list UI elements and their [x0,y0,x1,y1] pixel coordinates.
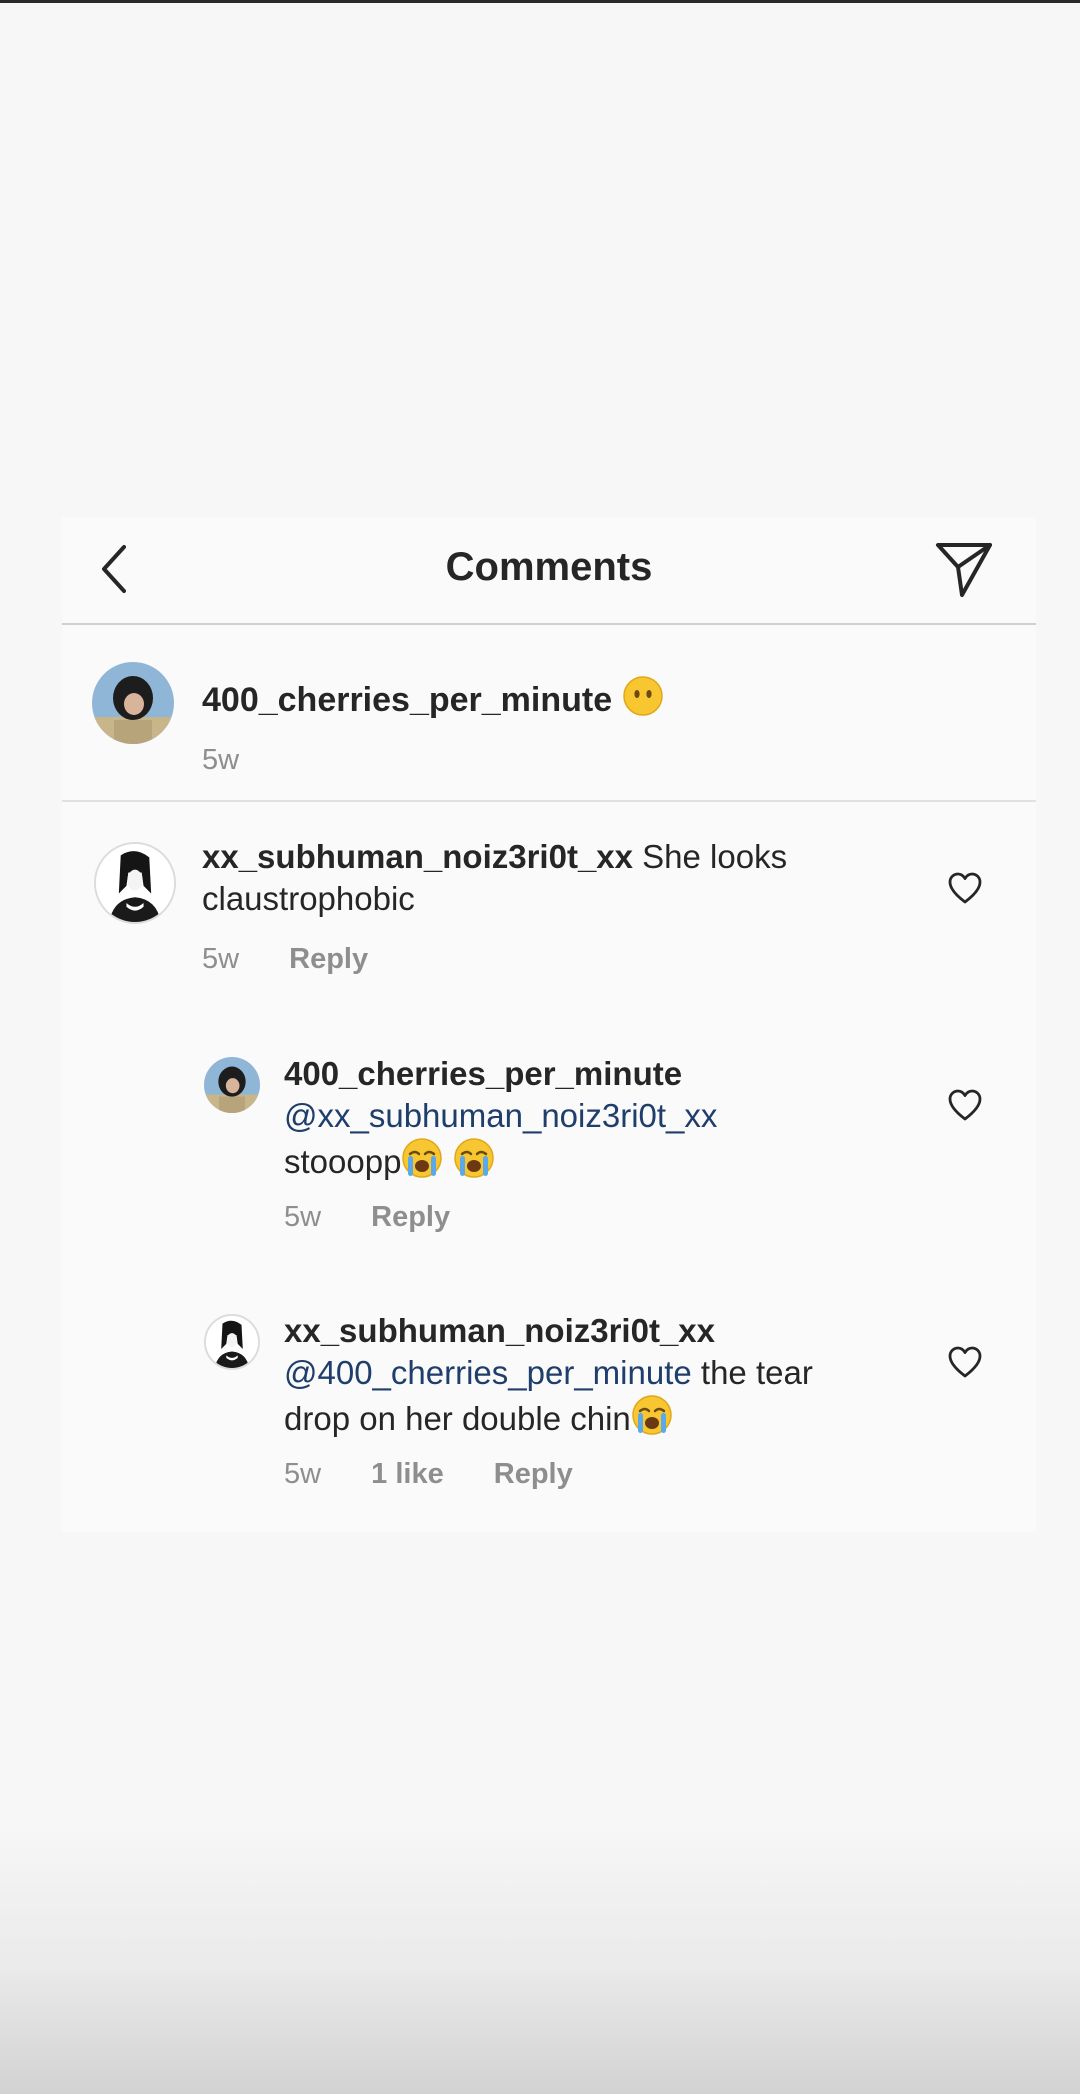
no-mouth-face-emoji [622,676,663,716]
header-bar: Comments [62,517,1036,625]
comment-meta: 5w Reply [202,941,368,977]
timestamp: 5w [284,1201,322,1233]
avatar[interactable] [94,842,176,924]
reply-mention-line: @400_cherries_per_minute the tear [284,1352,813,1394]
timestamp: 5w [202,943,240,975]
post-caption: 400_cherries_per_minute 5w [62,625,1036,802]
reply-button[interactable]: Reply [289,943,368,975]
mention-link[interactable]: @400_cherries_per_minute [284,1354,692,1391]
reply-body: stooopp [284,1143,402,1180]
reply-meta: 5w Reply [284,1199,450,1235]
mention-link[interactable]: @xx_subhuman_noiz3ri0t_xx [284,1097,717,1134]
caption-username[interactable]: 400_cherries_per_minute [202,681,612,719]
comment-body: claustrophobic [202,880,415,917]
reply-text-line: stooopp [284,1137,495,1183]
screen-top-edge [0,0,1080,3]
caption-text: 400_cherries_per_minute [202,675,664,721]
reply-body: drop on her double chin [284,1400,631,1437]
heart-outline-icon[interactable] [947,871,983,905]
avatar[interactable] [204,1057,260,1113]
comment-username[interactable]: xx_subhuman_noiz3ri0t_xx [202,838,633,875]
reply-username[interactable]: xx_subhuman_noiz3ri0t_xx [284,1312,715,1349]
timestamp: 5w [202,744,240,776]
reply-mention-line: @xx_subhuman_noiz3ri0t_xx [284,1095,717,1137]
reply-username-line: xx_subhuman_noiz3ri0t_xx [284,1310,715,1352]
comment-text-continued: claustrophobic [202,878,415,920]
avatar[interactable] [92,662,174,744]
timestamp: 5w [284,1458,322,1490]
loudly-crying-face-emoji [453,1138,494,1178]
caption-meta: 5w [202,742,281,778]
like-count[interactable]: 1 like [371,1458,444,1490]
heart-outline-icon[interactable] [947,1345,983,1379]
avatar[interactable] [204,1314,260,1370]
reply-button[interactable]: Reply [494,1458,573,1490]
heart-outline-icon[interactable] [947,1088,983,1122]
reply-username-line: 400_cherries_per_minute [284,1053,682,1095]
comment-text: xx_subhuman_noiz3ri0t_xx She looks [202,836,787,878]
loudly-crying-face-emoji [402,1138,443,1178]
paper-plane-icon[interactable] [932,537,996,601]
reply-button[interactable]: Reply [371,1201,450,1233]
reply-meta: 5w 1 like Reply [284,1456,573,1492]
reply-body: the tear [700,1354,813,1391]
page-title: Comments [445,545,653,589]
loudly-crying-face-emoji [632,1395,672,1435]
comments-panel: Comments 400_cherries_per_minute 5w xx_s… [62,517,1036,1532]
reply-username[interactable]: 400_cherries_per_minute [284,1055,682,1092]
comment-body: She looks [642,838,788,875]
reply-text-line: drop on her double chin [284,1394,673,1440]
